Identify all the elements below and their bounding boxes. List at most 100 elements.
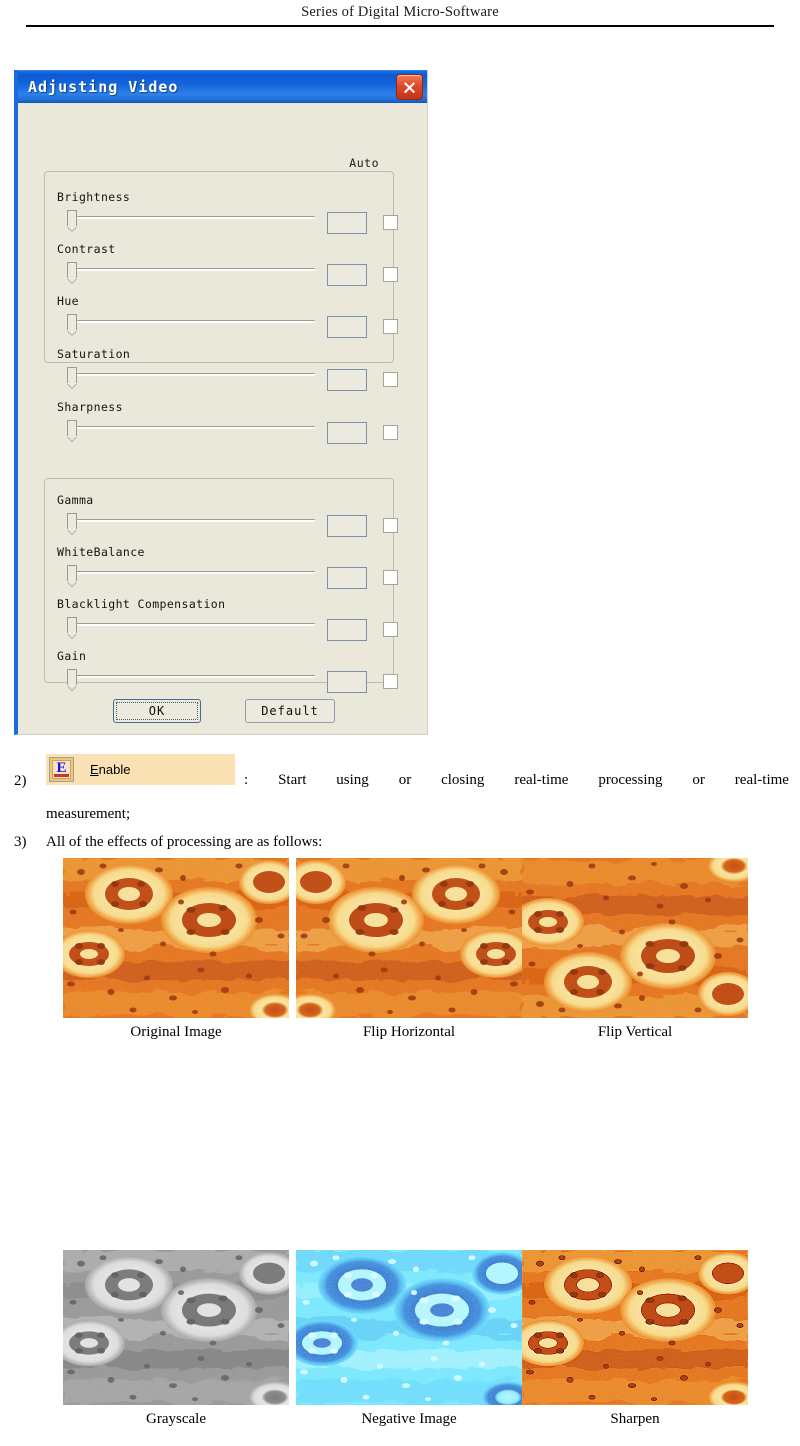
gallery-caption-flip-vertical: Flip Vertical [597, 1024, 673, 1040]
auto-checkbox-gain[interactable] [383, 674, 398, 689]
desc-token: real-time [514, 772, 569, 788]
value-input-gain[interactable] [327, 671, 367, 693]
enable-accel-letter: E [90, 762, 99, 777]
slider-row-blacklight-compensation: Blacklight Compensation [45, 597, 398, 649]
item-2-description-line-2: measurement; [46, 806, 131, 822]
slider-label-whitebalance: WhiteBalance [57, 545, 145, 559]
auto-checkbox-saturation[interactable] [383, 372, 398, 387]
slider-thumb[interactable] [67, 367, 77, 383]
value-input-gamma[interactable] [327, 515, 367, 537]
value-input-blacklight-compensation[interactable] [327, 619, 367, 641]
auto-checkbox-gamma[interactable] [383, 518, 398, 533]
auto-column-label: Auto [349, 156, 379, 170]
slider-contrast[interactable] [65, 262, 315, 278]
value-input-hue[interactable] [327, 316, 367, 338]
default-button[interactable]: Default [245, 699, 335, 723]
slider-thumb[interactable] [67, 513, 77, 529]
auto-checkbox-contrast[interactable] [383, 267, 398, 282]
item-3-text: All of the effects of processing are as … [46, 834, 323, 850]
focus-ring [116, 702, 198, 720]
enable-icon-inner: E [52, 760, 71, 779]
slider-label-contrast: Contrast [57, 242, 116, 256]
slider-label-gain: Gain [57, 649, 87, 663]
slider-blacklight-compensation[interactable] [65, 617, 315, 633]
slider-label-hue: Hue [57, 294, 79, 308]
slider-row-gamma: Gamma [45, 493, 398, 545]
slider-thumb[interactable] [67, 617, 77, 633]
slider-track [75, 675, 315, 678]
gallery-item-flip-horizontal: Flip Horizontal [296, 858, 522, 1041]
header-divider [26, 25, 774, 27]
desc-token: or [692, 772, 705, 788]
slider-track [75, 216, 315, 219]
slider-row-contrast: Contrast [45, 242, 398, 294]
slider-hue[interactable] [65, 314, 315, 330]
desc-token: using [336, 772, 369, 788]
gallery-item-negative: Negative Image [296, 1250, 522, 1428]
auto-checkbox-whitebalance[interactable] [383, 570, 398, 585]
slider-whitebalance[interactable] [65, 565, 315, 581]
slider-row-sharpness: Sharpness [45, 400, 398, 452]
slider-thumb[interactable] [67, 314, 77, 330]
value-input-whitebalance[interactable] [327, 567, 367, 589]
effects-gallery: Original Image Flip Horizontal Flip Vert… [0, 858, 800, 1427]
slider-gamma[interactable] [65, 513, 315, 529]
list-number-2: 2) [14, 773, 27, 789]
auto-checkbox-hue[interactable] [383, 319, 398, 334]
desc-token: Start [278, 772, 307, 788]
slider-row-brightness: Brightness [45, 190, 398, 242]
ok-button[interactable]: OK [113, 699, 201, 723]
slider-track [75, 320, 315, 323]
value-input-contrast[interactable] [327, 264, 367, 286]
enable-menu-label: Enable [90, 762, 130, 777]
desc-token: real-time [734, 772, 789, 788]
value-input-sharpness[interactable] [327, 422, 367, 444]
gallery-item-flip-vertical: Flip Vertical [522, 858, 748, 1041]
gallery-caption-sharpen: Sharpen [610, 1411, 660, 1427]
enable-icon-letter: E [56, 760, 67, 776]
slider-row-hue: Hue [45, 294, 398, 346]
slider-track [75, 623, 315, 626]
gallery-item-original: Original Image [63, 858, 289, 1041]
slider-sharpness[interactable] [65, 420, 315, 436]
gallery-item-grayscale: Grayscale [63, 1250, 289, 1428]
slider-thumb[interactable] [67, 420, 77, 436]
micrograph-original [63, 858, 289, 1018]
desc-token: : [244, 772, 249, 788]
slider-saturation[interactable] [65, 367, 315, 383]
slider-track [75, 268, 315, 271]
adjusting-video-dialog: Adjusting Video Auto Brightness Contrast [14, 70, 428, 735]
slider-thumb[interactable] [67, 669, 77, 685]
close-icon[interactable] [396, 74, 423, 100]
slider-brightness[interactable] [65, 210, 315, 226]
desc-token: processing [598, 772, 663, 788]
micrograph-grayscale [63, 1250, 289, 1405]
desc-token: or [398, 772, 412, 788]
page-title: Series of Digital Micro-Software [301, 4, 499, 20]
slider-thumb[interactable] [67, 262, 77, 278]
slider-label-blacklight-compensation: Blacklight Compensation [57, 597, 226, 611]
slider-thumb[interactable] [67, 565, 77, 581]
slider-row-saturation: Saturation [45, 347, 398, 399]
dialog-titlebar[interactable]: Adjusting Video [18, 70, 427, 103]
enable-menu-item[interactable]: E Enable [46, 754, 235, 785]
micrograph-flip-vertical [522, 858, 748, 1018]
gallery-item-sharpen: Sharpen [522, 1250, 748, 1428]
auto-checkbox-blacklight-compensation[interactable] [383, 622, 398, 637]
slider-label-saturation: Saturation [57, 347, 131, 361]
micrograph-sharpen [522, 1250, 748, 1405]
slider-track [75, 571, 315, 574]
default-button-label: Default [261, 704, 319, 718]
item-2-description-line-1: : Start using or closing real-time proce… [244, 773, 789, 788]
slider-gain[interactable] [65, 669, 315, 685]
slider-track [75, 519, 315, 522]
slider-track [75, 373, 315, 376]
slider-thumb[interactable] [67, 210, 77, 226]
value-input-saturation[interactable] [327, 369, 367, 391]
auto-checkbox-sharpness[interactable] [383, 425, 398, 440]
value-input-brightness[interactable] [327, 212, 367, 234]
auto-checkbox-brightness[interactable] [383, 215, 398, 230]
micrograph-flip-horizontal [296, 858, 522, 1018]
gallery-row-1: Original Image Flip Horizontal Flip Vert… [0, 858, 800, 1054]
item-2-justified-line: : Start using or closing real-time proce… [244, 773, 789, 788]
